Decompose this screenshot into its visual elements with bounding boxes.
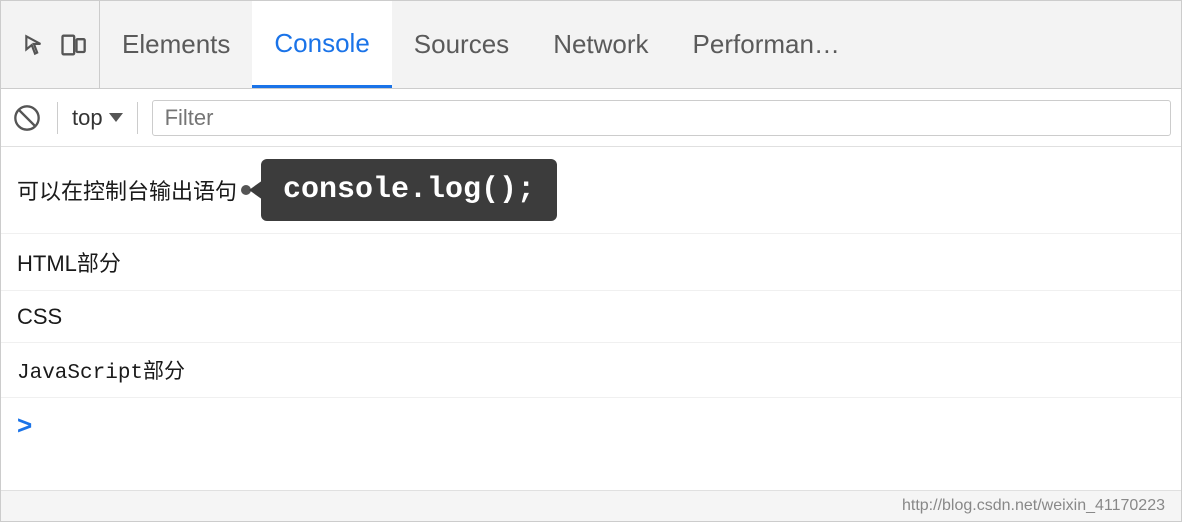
console-text-3: CSS	[17, 304, 62, 330]
clear-console-button[interactable]	[11, 102, 43, 134]
context-label: top	[72, 105, 103, 131]
console-text-1: 可以在控制台输出语句	[17, 174, 237, 206]
tooltip-text: console.log();	[283, 173, 535, 207]
tab-bar: Elements Console Sources Network Perform…	[1, 1, 1181, 89]
console-toolbar: top	[1, 89, 1181, 147]
tab-console[interactable]: Console	[252, 1, 391, 88]
console-text-4: JavaScript部分	[17, 355, 185, 385]
console-prompt-row[interactable]: >	[1, 398, 1181, 453]
tab-network[interactable]: Network	[531, 1, 670, 88]
console-row-3: CSS	[1, 291, 1181, 343]
prompt-chevron: >	[17, 410, 32, 441]
tab-elements[interactable]: Elements	[100, 1, 252, 88]
filter-input[interactable]	[152, 100, 1171, 136]
toolbar-divider-2	[137, 102, 138, 134]
context-dropdown-arrow[interactable]	[109, 113, 123, 122]
context-selector[interactable]: top	[72, 105, 123, 131]
inspect-icon[interactable]	[21, 31, 49, 59]
tab-bar-icons	[9, 1, 100, 88]
devtools-panel: Elements Console Sources Network Perform…	[0, 0, 1182, 522]
footer-link: http://blog.csdn.net/weixin_41170223	[902, 497, 1165, 515]
tooltip-box: console.log();	[261, 159, 557, 221]
console-row-2: HTML部分	[1, 234, 1181, 291]
console-row-4: JavaScript部分	[1, 343, 1181, 398]
tab-sources[interactable]: Sources	[392, 1, 531, 88]
console-text-2: HTML部分	[17, 246, 121, 278]
console-output: 可以在控制台输出语句 console.log(); HTML部分 CSS Jav…	[1, 147, 1181, 490]
tab-performance[interactable]: Performan…	[671, 1, 862, 88]
tooltip-container: console.log();	[261, 159, 557, 221]
device-toggle-icon[interactable]	[59, 31, 87, 59]
toolbar-divider	[57, 102, 58, 134]
console-row-1: 可以在控制台输出语句 console.log();	[1, 147, 1181, 234]
footer: http://blog.csdn.net/weixin_41170223	[1, 490, 1181, 521]
